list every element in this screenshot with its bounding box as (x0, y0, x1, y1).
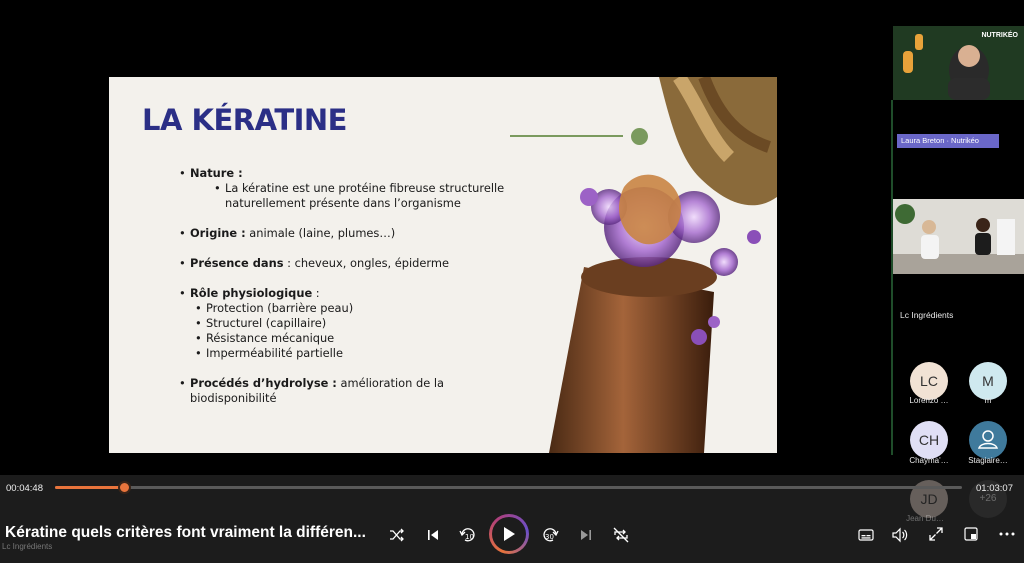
seek-thumb[interactable] (117, 481, 131, 494)
svg-text:10: 10 (465, 533, 474, 541)
current-time: 00:04:48 (6, 483, 43, 494)
media-subtitle: Lc Ingrédients (2, 542, 53, 551)
bullet-procedes: Procédés d’hydrolyse : amélioration de l… (179, 376, 519, 406)
sub-bullet: Résistance mécanique (195, 331, 519, 346)
bullet-text: animale (laine, plumes…) (245, 226, 396, 240)
captions-icon[interactable] (857, 526, 875, 544)
seek-bar[interactable] (55, 481, 962, 494)
forward-30-icon[interactable]: 30 (540, 525, 560, 545)
slide-bullets: Nature : La kératine est une protéine fi… (179, 166, 519, 421)
sub-list: Protection (barrière peau) Structurel (c… (195, 301, 519, 361)
shuffle-icon[interactable] (388, 526, 406, 544)
repeat-off-icon[interactable] (611, 525, 631, 545)
bullet-text: : (312, 286, 320, 300)
sub-bullet: Imperméabilité partielle (195, 346, 519, 361)
play-icon (504, 527, 515, 541)
svg-text:30: 30 (545, 533, 554, 541)
avatar-initials: M (982, 373, 994, 389)
rewind-10-icon[interactable]: 10 (458, 525, 478, 545)
sub-bullet: La kératine est une protéine fibreuse st… (214, 181, 519, 211)
bullet-role: Rôle physiologique : Protection (barrièr… (179, 286, 519, 361)
brand-logo: NUTRIKÉO (981, 32, 1018, 39)
participant-avatar[interactable]: LC (910, 362, 948, 400)
participant-name: Jean Du… (906, 514, 944, 523)
avatar-initials: LC (920, 373, 938, 389)
person-icon (977, 430, 999, 449)
fullscreen-icon[interactable] (927, 525, 945, 543)
volume-icon[interactable] (891, 526, 909, 544)
bullet-text: : cheveux, ongles, épiderme (283, 256, 449, 270)
bullet-label: Procédés d’hydrolyse : (190, 376, 337, 390)
sub-bullet: Protection (barrière peau) (195, 301, 519, 316)
panel-divider (891, 100, 893, 455)
slide-title: LA KÉRATINE (142, 103, 347, 137)
bullet-nature: Nature : La kératine est une protéine fi… (179, 166, 519, 211)
room-video-tile[interactable] (893, 199, 1024, 274)
host-name-tag: Laura Breton · Nutrikéo (897, 134, 999, 148)
miniplayer-icon[interactable] (962, 525, 980, 543)
bullet-origine: Origine : animale (laine, plumes…) (179, 226, 519, 241)
play-button-inner (492, 517, 526, 551)
participant-avatar[interactable] (969, 421, 1007, 459)
bullet-label: Rôle physiologique (190, 286, 313, 300)
bullet-label: Nature : (190, 166, 243, 180)
participant-name: Lorenzo … (909, 396, 949, 405)
participant-name: Stagiaire… (968, 456, 1008, 465)
media-title: Kératine quels critères font vraiment la… (5, 524, 366, 541)
play-button[interactable] (489, 514, 529, 554)
seek-progress (55, 486, 124, 489)
avatar-initials: CH (918, 432, 940, 448)
participant-avatar[interactable]: M (969, 362, 1007, 400)
keratin-illustration (549, 77, 777, 453)
participant-avatar[interactable]: CH (910, 421, 948, 459)
sub-list: La kératine est une protéine fibreuse st… (214, 181, 519, 211)
avatar-initials: JD (920, 491, 938, 507)
participant-name: Chayma'… (909, 456, 949, 465)
more-options-icon[interactable] (997, 525, 1017, 543)
participant-name: m (984, 396, 992, 405)
bullet-label: Présence dans (190, 256, 284, 270)
sub-bullet: Structurel (capillaire) (195, 316, 519, 331)
presentation-slide: LA KÉRATINE Nature : La kératine est une… (109, 77, 777, 453)
bullet-label: Origine : (190, 226, 246, 240)
next-icon[interactable] (577, 526, 595, 544)
room-label: Lc Ingrédients (900, 310, 954, 320)
host-video-tile[interactable]: NUTRIKÉO (893, 26, 1024, 100)
more-count: +26 (979, 493, 997, 504)
total-time: 01:03:07 (976, 483, 1013, 494)
room-video (893, 199, 1024, 274)
bullet-presence: Présence dans : cheveux, ongles, épiderm… (179, 256, 519, 271)
previous-icon[interactable] (424, 526, 442, 544)
